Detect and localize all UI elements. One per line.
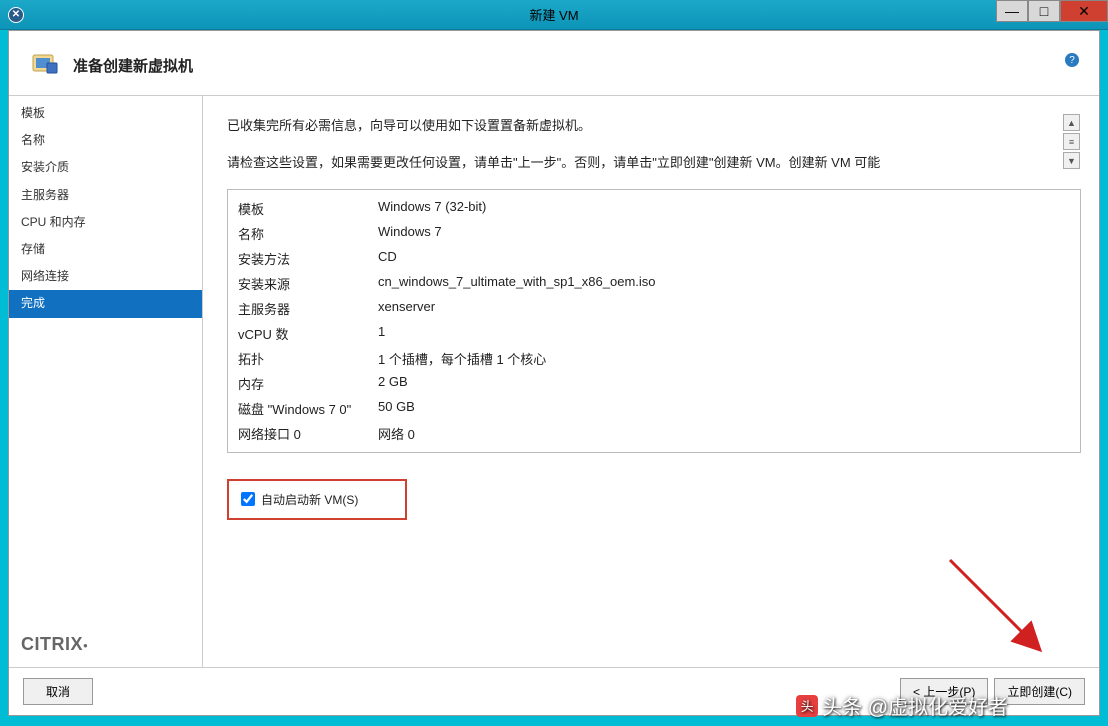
sidebar-footer: CITRIX●	[9, 622, 202, 667]
summary-label: 安装来源	[238, 274, 378, 293]
wizard-sidebar: 模板 名称 安装介质 主服务器 CPU 和内存 存储 网络连接 完成 CITRI…	[9, 96, 203, 667]
titlebar: ✕ 新建 VM — □ ✕	[0, 0, 1108, 30]
sidebar-item-storage[interactable]: 存储	[9, 236, 202, 263]
sidebar-item-networking[interactable]: 网络连接	[9, 263, 202, 290]
summary-value: 网络 0	[378, 424, 1070, 443]
summary-value: 50 GB	[378, 399, 1070, 418]
wizard-icon	[29, 49, 61, 81]
summary-row-home-server: 主服务器 xenserver	[238, 296, 1070, 321]
sidebar-item-finish[interactable]: 完成	[9, 290, 202, 317]
summary-row-name: 名称 Windows 7	[238, 221, 1070, 246]
sidebar-item-template[interactable]: 模板	[9, 100, 202, 127]
scroll-thumb-icon[interactable]: ≡	[1063, 133, 1080, 150]
content-area: 已收集完所有必需信息，向导可以使用如下设置置备新虚拟机。 请检查这些设置，如果需…	[203, 96, 1099, 667]
summary-value: 2 GB	[378, 374, 1070, 393]
minimize-button[interactable]: —	[996, 0, 1028, 22]
sidebar-item-cpu-memory[interactable]: CPU 和内存	[9, 209, 202, 236]
summary-value: CD	[378, 249, 1070, 268]
summary-label: vCPU 数	[238, 324, 378, 343]
summary-label: 网络接口 0	[238, 424, 378, 443]
intro-text-1: 已收集完所有必需信息，向导可以使用如下设置置备新虚拟机。	[227, 114, 1055, 137]
intro-text-2: 请检查这些设置，如果需要更改任何设置，请单击"上一步"。否则，请单击"立即创建"…	[227, 151, 1055, 174]
summary-value: xenserver	[378, 299, 1070, 318]
window-frame: 准备创建新虚拟机 ? 模板 名称 安装介质 主服务器 CPU 和内存 存储 网络…	[8, 30, 1100, 716]
wizard-header: 准备创建新虚拟机 ?	[9, 31, 1099, 96]
summary-row-disk: 磁盘 "Windows 7 0" 50 GB	[238, 396, 1070, 421]
summary-row-nic: 网络接口 0 网络 0	[238, 421, 1070, 446]
window-title: 新建 VM	[529, 5, 578, 24]
summary-row-install-method: 安装方法 CD	[238, 246, 1070, 271]
close-button[interactable]: ✕	[1060, 0, 1108, 22]
summary-value: Windows 7	[378, 224, 1070, 243]
summary-label: 主服务器	[238, 299, 378, 318]
sidebar-items: 模板 名称 安装介质 主服务器 CPU 和内存 存储 网络连接 完成	[9, 96, 202, 622]
scroll-up-icon[interactable]: ▲	[1063, 114, 1080, 131]
sidebar-item-install-media[interactable]: 安装介质	[9, 154, 202, 181]
create-now-button[interactable]: 立即创建(C)	[994, 678, 1085, 705]
summary-value: 1	[378, 324, 1070, 343]
sidebar-item-name[interactable]: 名称	[9, 127, 202, 154]
summary-value: Windows 7 (32-bit)	[378, 199, 1070, 218]
scroll-down-icon[interactable]: ▼	[1063, 152, 1080, 169]
summary-label: 名称	[238, 224, 378, 243]
auto-start-checkbox[interactable]	[241, 492, 255, 506]
auto-start-label: 自动启动新 VM(S)	[261, 491, 358, 508]
summary-row-topology: 拓扑 1 个插槽，每个插槽 1 个核心	[238, 346, 1070, 371]
back-button[interactable]: < 上一步(P)	[900, 678, 988, 705]
scroll-buttons: ▲ ≡ ▼	[1063, 114, 1081, 169]
intro-block: 已收集完所有必需信息，向导可以使用如下设置置备新虚拟机。 请检查这些设置，如果需…	[227, 114, 1081, 189]
summary-row-memory: 内存 2 GB	[238, 371, 1070, 396]
summary-value: cn_windows_7_ultimate_with_sp1_x86_oem.i…	[378, 274, 1070, 293]
summary-label: 拓扑	[238, 349, 378, 368]
cancel-button[interactable]: 取消	[23, 678, 93, 705]
summary-row-install-source: 安装来源 cn_windows_7_ultimate_with_sp1_x86_…	[238, 271, 1070, 296]
summary-row-vcpu: vCPU 数 1	[238, 321, 1070, 346]
help-icon[interactable]: ?	[1065, 53, 1079, 67]
summary-value: 1 个插槽，每个插槽 1 个核心	[378, 349, 1070, 368]
window-controls: — □ ✕	[996, 0, 1108, 25]
summary-label: 磁盘 "Windows 7 0"	[238, 399, 378, 418]
sidebar-item-home-server[interactable]: 主服务器	[9, 182, 202, 209]
wizard-body: 模板 名称 安装介质 主服务器 CPU 和内存 存储 网络连接 完成 CITRI…	[9, 96, 1099, 667]
system-menu-icon[interactable]: ✕	[8, 7, 24, 23]
summary-row-template: 模板 Windows 7 (32-bit)	[238, 196, 1070, 221]
summary-label: 安装方法	[238, 249, 378, 268]
wizard-title: 准备创建新虚拟机	[73, 55, 193, 76]
auto-start-checkbox-group[interactable]: 自动启动新 VM(S)	[227, 479, 407, 520]
wizard-footer: 取消 < 上一步(P) 立即创建(C)	[9, 667, 1099, 715]
summary-label: 内存	[238, 374, 378, 393]
maximize-button[interactable]: □	[1028, 0, 1060, 22]
summary-label: 模板	[238, 199, 378, 218]
citrix-logo: CITRIX●	[21, 634, 88, 654]
summary-box: 模板 Windows 7 (32-bit) 名称 Windows 7 安装方法 …	[227, 189, 1081, 453]
